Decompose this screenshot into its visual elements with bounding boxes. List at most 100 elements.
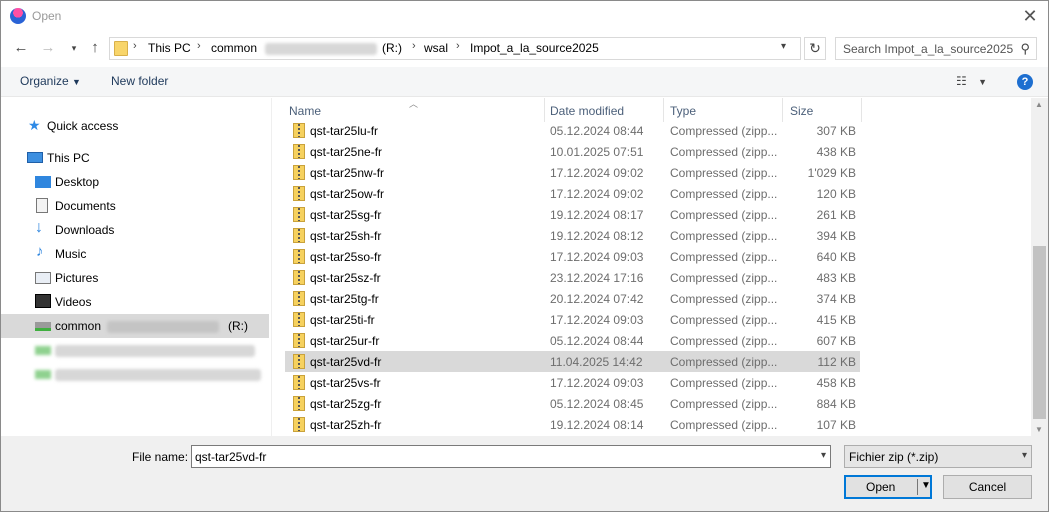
zip-file-icon xyxy=(293,270,305,285)
scrollbar-thumb[interactable] xyxy=(1033,246,1046,419)
organize-button[interactable]: Organize ▼ xyxy=(20,74,81,88)
file-row[interactable]: qst-tar25sz-fr 23.12.2024 17:16 Compressed… xyxy=(285,267,860,288)
file-row[interactable]: qst-tar25vs-fr 17.12.2024 09:03 Compressed… xyxy=(285,372,860,393)
new-folder-button[interactable]: New folder xyxy=(111,74,168,88)
sidebar-item-pictures[interactable]: Pictures xyxy=(1,266,269,290)
folder-icon xyxy=(114,41,128,56)
computer-icon xyxy=(27,152,43,163)
file-size: 458 KB xyxy=(816,376,856,390)
column-header-type[interactable]: Type xyxy=(666,98,783,122)
breadcrumb-common[interactable]: common xyxy=(211,41,257,55)
file-row[interactable]: qst-tar25so-fr 17.12.2024 09:03 Compressed… xyxy=(285,246,860,267)
split-divider xyxy=(917,479,918,495)
downloads-icon: ↓ xyxy=(35,219,43,236)
file-size: 415 KB xyxy=(816,313,856,327)
search-input[interactable] xyxy=(843,39,1013,59)
file-name: qst-tar25ti-fr xyxy=(310,313,375,327)
file-date-modified: 19.12.2024 08:12 xyxy=(550,229,644,243)
redacted-text xyxy=(107,321,219,333)
forward-arrow-icon[interactable]: → xyxy=(39,39,57,57)
sidebar-item-label: Downloads xyxy=(55,223,115,237)
file-name-input[interactable] xyxy=(195,447,805,466)
zip-file-icon xyxy=(293,186,305,201)
sidebar-item-common-drive[interactable]: common (R:) xyxy=(1,314,269,338)
breadcrumb-current-folder[interactable]: Impot_a_la_source2025 xyxy=(470,41,599,55)
zip-file-icon xyxy=(293,165,305,180)
file-row[interactable]: qst-tar25zg-fr 05.12.2024 08:45 Compressed… xyxy=(285,393,860,414)
breadcrumb-drive[interactable]: (R:) xyxy=(382,41,402,55)
sidebar-item-this-pc[interactable]: This PC xyxy=(1,146,269,170)
open-button[interactable]: Open ▼ xyxy=(844,475,932,499)
zip-file-icon xyxy=(293,207,305,222)
file-type: Compressed (zipp... xyxy=(670,334,778,348)
file-row[interactable]: qst-tar25ow-fr 17.12.2024 09:02 Compressed… xyxy=(285,183,860,204)
search-box[interactable]: ⚲ xyxy=(835,37,1037,60)
back-arrow-icon[interactable]: ← xyxy=(12,39,30,57)
network-drive-icon xyxy=(35,346,51,355)
sidebar-item-redacted-drive[interactable] xyxy=(1,338,269,362)
file-type-select[interactable]: Fichier zip (*.zip) ▾ xyxy=(844,445,1032,468)
file-name-combobox[interactable]: ▾ xyxy=(191,445,831,468)
file-row[interactable]: qst-tar25ur-fr 05.12.2024 08:44 Compressed… xyxy=(285,330,860,351)
file-date-modified: 05.12.2024 08:44 xyxy=(550,124,644,138)
column-header-name[interactable]: Name xyxy=(285,98,545,122)
sidebar-item-videos[interactable]: Videos xyxy=(1,290,269,314)
file-row[interactable]: qst-tar25sh-fr 19.12.2024 08:12 Compressed… xyxy=(285,225,860,246)
file-date-modified: 17.12.2024 09:03 xyxy=(550,313,644,327)
column-header-date[interactable]: Date modified xyxy=(546,98,664,122)
file-size: 640 KB xyxy=(816,250,856,264)
zip-file-icon xyxy=(293,228,305,243)
close-icon[interactable]: ✕ xyxy=(1020,7,1040,27)
cancel-button[interactable]: Cancel xyxy=(943,475,1032,499)
help-icon[interactable]: ? xyxy=(1017,74,1033,90)
file-row[interactable]: qst-tar25zh-fr 19.12.2024 08:14 Compressed… xyxy=(285,414,860,435)
file-date-modified: 05.12.2024 08:44 xyxy=(550,334,644,348)
zip-file-icon xyxy=(293,291,305,306)
chevron-down-icon[interactable]: ▾ xyxy=(821,450,826,461)
file-type: Compressed (zipp... xyxy=(670,397,778,411)
column-header-size[interactable]: Size xyxy=(786,98,862,122)
file-row[interactable]: qst-tar25tg-fr 20.12.2024 07:42 Compressed… xyxy=(285,288,860,309)
open-options-chevron-icon[interactable]: ▼ xyxy=(921,480,931,491)
file-row[interactable]: qst-tar25lu-fr 05.12.2024 08:44 Compressed… xyxy=(285,120,860,141)
file-row[interactable]: qst-tar25ne-fr 10.01.2025 07:51 Compressed… xyxy=(285,141,860,162)
file-type: Compressed (zipp... xyxy=(670,355,778,369)
file-type-value: Fichier zip (*.zip) xyxy=(849,450,939,464)
address-dropdown-icon[interactable]: ▾ xyxy=(781,41,786,52)
scroll-up-arrow-icon[interactable]: ▲ xyxy=(1035,100,1043,109)
recent-locations-chevron-icon[interactable]: ▾ xyxy=(65,39,83,57)
desktop-icon xyxy=(35,176,51,188)
chevron-down-icon: ▼ xyxy=(72,77,81,87)
file-name: qst-tar25sh-fr xyxy=(310,229,382,243)
sidebar-item-music[interactable]: ♪ Music xyxy=(1,242,269,266)
file-name: qst-tar25sz-fr xyxy=(310,271,381,285)
file-name: qst-tar25vd-fr xyxy=(310,355,382,369)
scroll-down-arrow-icon[interactable]: ▼ xyxy=(1035,425,1043,434)
file-size: 107 KB xyxy=(816,418,856,432)
search-icon[interactable]: ⚲ xyxy=(1020,41,1030,57)
file-row[interactable]: qst-tar25ti-fr 17.12.2024 09:03 Compressed… xyxy=(285,309,860,330)
sidebar-item-documents[interactable]: Documents xyxy=(1,194,269,218)
file-row[interactable]: qst-tar25vd-fr 11.04.2025 14:42 Compressed… xyxy=(285,351,860,372)
file-size: 483 KB xyxy=(816,271,856,285)
file-name: qst-tar25so-fr xyxy=(310,250,382,264)
sidebar-item-desktop[interactable]: Desktop xyxy=(1,170,269,194)
music-icon: ♪ xyxy=(36,243,44,260)
sidebar-item-redacted-drive[interactable] xyxy=(1,362,269,386)
sidebar-item-quick-access[interactable]: ★ Quick access xyxy=(1,114,269,138)
chevron-right-icon: › xyxy=(197,40,201,52)
file-name: qst-tar25nw-fr xyxy=(310,166,385,180)
file-row[interactable]: qst-tar25nw-fr 17.12.2024 09:02 Compressed… xyxy=(285,162,860,183)
file-row[interactable]: qst-tar25sg-fr 19.12.2024 08:17 Compressed… xyxy=(285,204,860,225)
pictures-icon xyxy=(35,272,51,284)
change-view-button[interactable]: ☷ ▼ xyxy=(956,74,987,88)
pane-divider[interactable] xyxy=(271,98,272,436)
up-arrow-icon[interactable]: ↑ xyxy=(86,39,104,57)
zip-file-icon xyxy=(293,417,305,432)
breadcrumb-this-pc[interactable]: This PC xyxy=(148,41,191,55)
refresh-icon[interactable]: ↻ xyxy=(804,37,826,60)
zip-file-icon xyxy=(293,333,305,348)
breadcrumb-wsal[interactable]: wsal xyxy=(424,41,448,55)
sidebar-item-downloads[interactable]: ↓ Downloads xyxy=(1,218,269,242)
address-bar[interactable]: › This PC › common (R:) › wsal › Impot_a… xyxy=(109,37,801,60)
